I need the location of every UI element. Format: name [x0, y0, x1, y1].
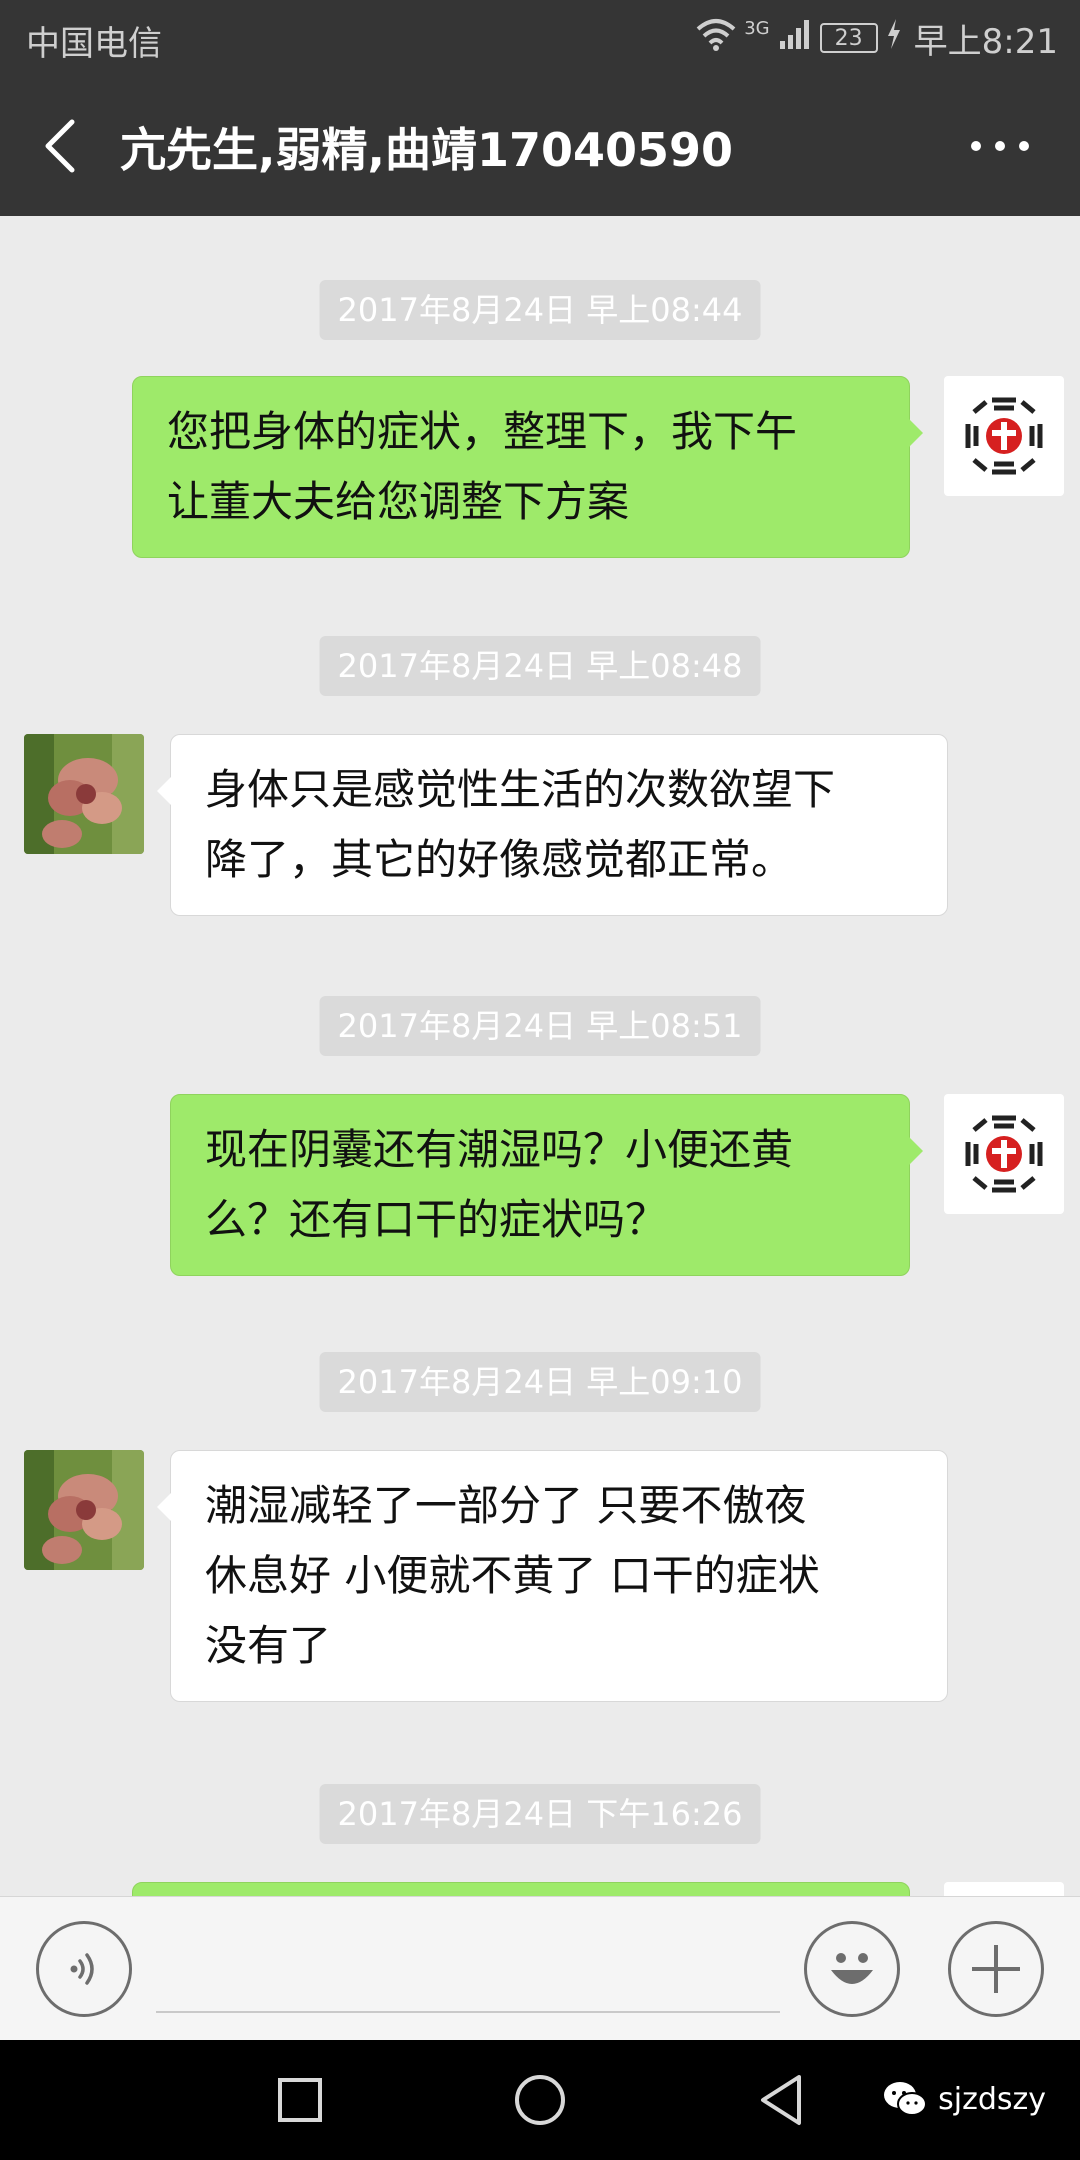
circle-icon	[515, 2075, 565, 2125]
message-text-line: 没有了	[205, 1621, 332, 1670]
back-button[interactable]	[30, 106, 90, 186]
square-icon	[278, 2078, 322, 2122]
doctor-avatar[interactable]	[944, 1882, 1064, 1896]
message-text-line: 潮湿减轻了一部分了 只要不傲夜	[205, 1481, 807, 1530]
message-bubble-received[interactable]: 身体只是感觉性生活的次数欲望下 降了，其它的好像感觉都正常。	[157, 734, 948, 916]
emoji-icon	[831, 1953, 873, 1984]
recent-apps-button[interactable]	[260, 2060, 340, 2140]
message-text-line: 身体只是感觉性生活的次数欲望下	[205, 765, 836, 814]
home-button[interactable]	[500, 2060, 580, 2140]
bagua-logo-icon	[965, 397, 1043, 475]
message-bubble-sent[interactable]	[132, 1882, 910, 1896]
triangle-back-icon	[761, 2075, 801, 2125]
message-list[interactable]: 2017年8月24日 早上08:44 您把身体的症状，整理下，我下午 让董大夫给…	[0, 216, 1080, 1896]
message-timestamp: 2017年8月24日 早上09:10	[319, 1352, 761, 1412]
message-text-line: 降了，其它的好像感觉都正常。	[205, 835, 794, 884]
doctor-avatar[interactable]	[944, 376, 1064, 496]
message-timestamp: 2017年8月24日 早上08:48	[319, 636, 761, 696]
voice-icon	[70, 1953, 94, 1985]
watermark: sjzdszy	[882, 2080, 1046, 2118]
patient-avatar[interactable]	[24, 1450, 144, 1570]
watermark-text: sjzdszy	[938, 2081, 1046, 2117]
flower-avatar-icon	[24, 734, 144, 854]
message-text-line: 么？还有口干的症状吗？	[205, 1195, 668, 1244]
battery-indicator: 23	[819, 23, 878, 53]
clock-label: 早上8:21	[913, 21, 1058, 62]
system-nav-bar: sjzdszy	[0, 2040, 1080, 2160]
network-type-label: 3G	[744, 18, 770, 39]
emoji-button[interactable]	[804, 1921, 900, 2017]
message-timestamp: 2017年8月24日 早上08:51	[319, 996, 761, 1056]
message-input-bar	[0, 1896, 1080, 2040]
more-dots-icon	[971, 141, 1029, 151]
charging-icon	[886, 18, 902, 58]
flower-avatar-icon	[24, 1450, 144, 1570]
wechat-icon	[884, 2082, 928, 2116]
patient-avatar[interactable]	[24, 734, 144, 854]
back-nav-button[interactable]	[740, 2060, 820, 2140]
message-timestamp: 2017年8月24日 下午16:26	[319, 1784, 761, 1844]
carrier-label: 中国电信	[26, 24, 162, 64]
status-indicators: 3G 23 早上8:21	[696, 14, 1058, 62]
doctor-avatar[interactable]	[944, 1094, 1064, 1214]
plus-icon	[972, 1945, 1020, 1993]
voice-button[interactable]	[36, 1921, 132, 2017]
message-text-input[interactable]	[156, 1927, 780, 2013]
chat-header: 亢先生,弱精,曲靖17040590	[0, 76, 1080, 216]
wifi-icon	[696, 17, 736, 60]
message-text-line: 休息好 小便就不黄了 口干的症状	[205, 1551, 820, 1600]
message-text-line: 您把身体的症状，整理下，我下午	[167, 407, 798, 456]
chat-title: 亢先生,弱精,曲靖17040590	[120, 123, 734, 177]
bagua-logo-icon	[965, 1115, 1043, 1193]
message-bubble-sent[interactable]: 您把身体的症状，整理下，我下午 让董大夫给您调整下方案	[132, 376, 923, 558]
message-bubble-received[interactable]: 潮湿减轻了一部分了 只要不傲夜 休息好 小便就不黄了 口干的症状 没有了	[157, 1450, 948, 1702]
message-bubble-sent[interactable]: 现在阴囊还有潮湿吗？小便还黄 么？还有口干的症状吗？	[170, 1094, 923, 1276]
status-bar: 中国电信 3G 23 早上8:21	[0, 0, 1080, 76]
signal-icon	[778, 17, 812, 60]
chevron-left-icon	[45, 119, 75, 173]
message-timestamp: 2017年8月24日 早上08:44	[319, 280, 761, 340]
more-options-button[interactable]	[960, 116, 1040, 176]
message-text-line: 让董大夫给您调整下方案	[167, 477, 630, 526]
message-text-line: 现在阴囊还有潮湿吗？小便还黄	[205, 1125, 794, 1174]
add-attachment-button[interactable]	[948, 1921, 1044, 2017]
